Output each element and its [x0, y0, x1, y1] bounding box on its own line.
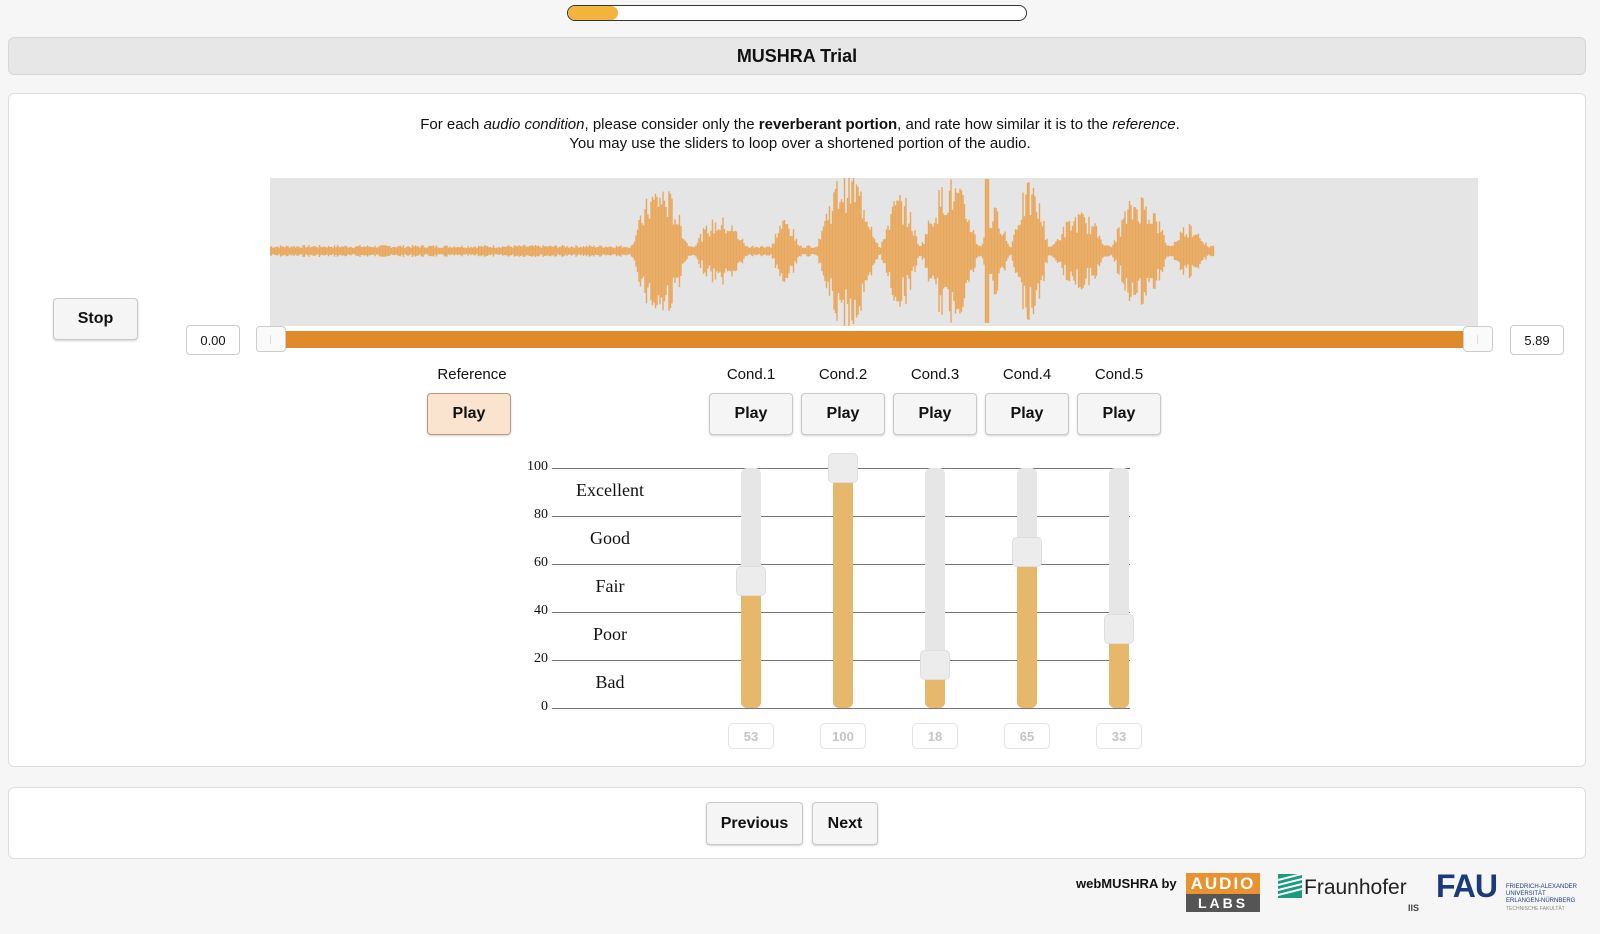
rating-value: 53: [728, 723, 774, 749]
rating-slider-handle[interactable]: [1104, 613, 1134, 644]
condition-play-button[interactable]: Play: [709, 393, 793, 435]
audiolabs-logo: AUDIO LABS: [1186, 873, 1260, 912]
condition-play-button[interactable]: Play: [893, 393, 977, 435]
previous-button[interactable]: Previous: [706, 802, 803, 845]
rating-slider-fill: [833, 468, 853, 708]
instructions-line-1: For each audio condition, please conside…: [0, 115, 1600, 134]
scale-category-label: Poor: [592, 624, 627, 644]
fau-faculty: TECHNISCHE FAKULTÄT: [1506, 906, 1565, 912]
fau-line-3: ERLANGEN-NÜRNBERG: [1506, 898, 1576, 904]
range-start-handle[interactable]: [256, 326, 286, 352]
reference-label: Reference: [437, 366, 507, 383]
waveform-svg: [269, 166, 1215, 336]
scale-tick-label: 40: [534, 603, 548, 618]
rating-value: 65: [1004, 723, 1050, 749]
condition-play-button[interactable]: Play: [1077, 393, 1161, 435]
range-end-field[interactable]: 5.89: [1510, 325, 1564, 355]
rating-slider-track[interactable]: [833, 468, 853, 708]
instructions-segment: reverberant portion: [758, 116, 898, 133]
condition-label: Cond.1: [726, 366, 776, 383]
fraunhofer-name: Fraunhofer: [1304, 876, 1407, 899]
progress-bar: [567, 5, 1027, 21]
scale-tick-label: 60: [534, 555, 548, 570]
instructions-segment: , and rate how similar it is to the: [897, 116, 1113, 133]
rating-slider-track[interactable]: [1017, 468, 1037, 708]
scale-tick-label: 0: [541, 699, 548, 714]
rating-value: 33: [1096, 723, 1142, 749]
footer-credit: webMUSHRA by: [1076, 876, 1177, 891]
fau-line-1: FRIEDRICH-ALEXANDER: [1506, 884, 1578, 890]
condition-label: Cond.3: [910, 366, 960, 383]
audiolabs-logo-bottom: LABS: [1186, 894, 1260, 912]
next-button[interactable]: Next: [812, 802, 878, 845]
rating-value: 18: [912, 723, 958, 749]
range-start-field[interactable]: 0.00: [186, 325, 240, 355]
instructions-segment: , please consider only the: [584, 116, 759, 133]
waveform-path: [269, 166, 1215, 336]
fraunhofer-logo: Fraunhofer IIS: [1278, 874, 1420, 914]
audiolabs-logo-top: AUDIO: [1186, 873, 1260, 894]
condition-play-button[interactable]: Play: [985, 393, 1069, 435]
waveform-display: [269, 166, 1478, 336]
rating-slider-fill: [741, 580, 761, 708]
condition-label: Cond.2: [818, 366, 868, 383]
condition-play-button[interactable]: Play: [801, 393, 885, 435]
condition-label: Cond.5: [1094, 366, 1144, 383]
fau-university: FRIEDRICH-ALEXANDER UNIVERSITÄT ERLANGEN…: [1506, 884, 1586, 905]
rating-slider-track[interactable]: [1109, 468, 1129, 708]
scale-tick-label: 80: [534, 507, 548, 522]
reference-play-button[interactable]: Play: [427, 393, 511, 435]
fraunhofer-mark-icon: [1278, 874, 1302, 898]
instructions-segment: audio condition: [483, 116, 585, 133]
condition-label: Cond.4: [1002, 366, 1052, 383]
rating-slider-handle[interactable]: [736, 565, 766, 596]
instructions-segment: reference: [1112, 116, 1176, 133]
instructions-segment: .: [1175, 116, 1180, 133]
instructions: For each audio condition, please conside…: [0, 115, 1600, 153]
loop-range-bar[interactable]: [270, 331, 1478, 348]
rating-value: 100: [820, 723, 866, 749]
fau-logo: FAU FRIEDRICH-ALEXANDER UNIVERSITÄT ERLA…: [1436, 868, 1586, 914]
fau-line-2: UNIVERSITÄT: [1506, 891, 1546, 897]
rating-slider-handle[interactable]: [1012, 537, 1042, 567]
rating-slider-handle[interactable]: [920, 649, 950, 680]
scale-category-label: Fair: [595, 576, 625, 596]
scale-tick-label: 20: [534, 651, 548, 666]
fau-name: FAU: [1436, 868, 1498, 904]
scale-gridline: [552, 708, 1130, 709]
rating-slider-fill: [1017, 552, 1037, 708]
scale-category-label: Excellent: [576, 480, 644, 500]
scale-category-label: Good: [590, 528, 630, 548]
range-end-handle[interactable]: [1463, 326, 1493, 352]
fraunhofer-sub: IIS: [1408, 903, 1420, 913]
scale-tick-label: 100: [527, 459, 548, 474]
scale-category-label: Bad: [595, 672, 625, 692]
stop-button[interactable]: Stop: [53, 298, 138, 340]
progress-fill: [568, 6, 619, 20]
page-title-text: MUSHRA Trial: [736, 45, 858, 66]
page-title: MUSHRA Trial: [8, 37, 1586, 75]
instructions-segment: For each: [420, 116, 484, 133]
rating-slider-handle[interactable]: [828, 453, 858, 483]
instructions-line-2: You may use the sliders to loop over a s…: [569, 135, 1031, 152]
